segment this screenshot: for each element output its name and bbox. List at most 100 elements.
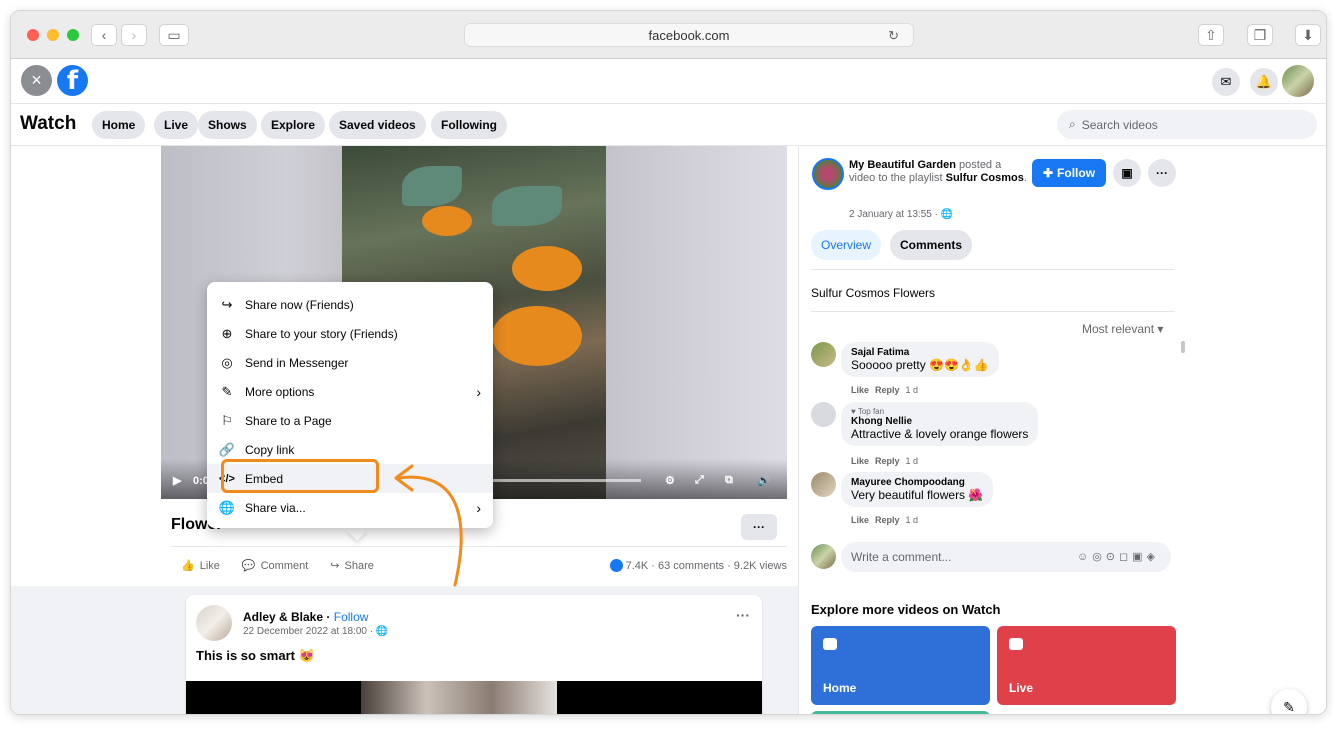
comment-tool-icons[interactable]: ☺◎⊙◻▣◈ xyxy=(1077,550,1159,563)
nav-shows[interactable]: Shows xyxy=(198,111,257,139)
close-watch-button[interactable]: × xyxy=(21,65,52,96)
post-date: 22 December 2022 at 18:00 · 🌐 xyxy=(243,626,388,637)
compose-icon: ✎ xyxy=(1283,698,1295,715)
share-now-item[interactable]: ↪ Share now (Friends) xyxy=(207,290,493,319)
copy-link-label: Copy link xyxy=(245,442,295,457)
share-button[interactable]: ↪ Share xyxy=(330,559,374,573)
explore-tile-live-label: Live xyxy=(1009,681,1034,695)
pip-icon[interactable]: ⧉ xyxy=(725,474,733,487)
comment-icon: 💬 xyxy=(241,560,256,572)
explore-tile-home[interactable]: Home xyxy=(811,626,990,705)
comment-like-link[interactable]: Like xyxy=(851,456,869,466)
save-button[interactable]: ▣ xyxy=(1113,159,1141,187)
tabs-overview-button[interactable]: ❐ xyxy=(1247,24,1273,46)
comment-button[interactable]: 💬 Comment xyxy=(241,559,308,573)
search-videos-input[interactable]: ⌕ Search videos xyxy=(1057,110,1317,139)
post-more-button[interactable]: ··· xyxy=(736,607,750,623)
maximize-window-button[interactable] xyxy=(67,29,79,41)
minimize-window-button[interactable] xyxy=(47,29,59,41)
forward-button[interactable]: › xyxy=(121,24,147,46)
comment-like-link[interactable]: Like xyxy=(851,515,869,525)
commenter-name[interactable]: Khong Nellie xyxy=(851,416,1028,427)
commenter-name[interactable]: Sajal Fatima xyxy=(851,347,989,358)
top-fan-badge: ♥ Top fan xyxy=(851,407,885,416)
post-follow-link[interactable]: Follow xyxy=(334,610,369,624)
like-reaction-icon xyxy=(609,559,623,572)
post-date-text: 22 December 2022 at 18:00 · xyxy=(243,626,376,637)
explore-tile-shows[interactable] xyxy=(811,711,990,714)
follow-button[interactable]: ✚ Follow xyxy=(1032,159,1106,187)
fullscreen-icon[interactable]: ⤢ xyxy=(695,474,704,487)
page-name[interactable]: My Beautiful Garden xyxy=(849,159,956,171)
comment-age: 1 d xyxy=(905,515,919,525)
more-options-item[interactable]: ✎ More options › xyxy=(207,377,493,406)
nav-following[interactable]: Following xyxy=(431,111,507,139)
share-via-label: Share via... xyxy=(245,500,306,515)
download-button[interactable]: ⬇ xyxy=(1295,24,1321,46)
bell-icon: 🔔 xyxy=(1255,74,1273,89)
tab-overview[interactable]: Overview xyxy=(811,230,882,260)
volume-icon[interactable]: 🔊 xyxy=(757,474,771,487)
nav-saved-videos[interactable]: Saved videos xyxy=(329,111,426,139)
comment-actions: Like Reply 1 d xyxy=(851,456,918,466)
comment-reply-link[interactable]: Reply xyxy=(875,456,900,466)
nav-live[interactable]: Live xyxy=(154,111,199,139)
like-button[interactable]: 👍 Like xyxy=(181,559,220,573)
facebook-logo-icon[interactable]: f xyxy=(57,65,88,96)
comment-bubble: ♥ Top fan Khong Nellie Attractive & love… xyxy=(841,402,1039,446)
send-in-messenger-item[interactable]: ◎ Send in Messenger xyxy=(207,348,493,377)
share-to-page-item[interactable]: ⚐ Share to a Page xyxy=(207,406,493,435)
tab-comments[interactable]: Comments xyxy=(890,230,973,260)
close-window-button[interactable] xyxy=(27,29,39,41)
video-flower xyxy=(512,246,582,291)
comment-reply-link[interactable]: Reply xyxy=(875,515,900,525)
facebook-header: × f ✉ 🔔 xyxy=(11,59,1326,104)
video-action-row: 👍 Like 💬 Comment ↪ Share 7.4K · 63 comme… xyxy=(171,546,787,584)
share-to-story-item[interactable]: ⊕ Share to your story (Friends) xyxy=(207,319,493,348)
reload-icon[interactable]: ↻ xyxy=(888,28,899,44)
video-stats-text: 7.4K · 63 comments · 9.2K views xyxy=(625,559,787,572)
account-avatar[interactable] xyxy=(1282,65,1314,97)
plus-circle-icon: ⊕ xyxy=(221,325,233,341)
explore-tile-live[interactable]: Live xyxy=(997,626,1176,705)
close-icon: × xyxy=(31,70,42,90)
share-page-button[interactable]: ⇧ xyxy=(1198,24,1224,46)
commenter-avatar[interactable] xyxy=(811,472,836,497)
url-bar[interactable]: facebook.com ↻ xyxy=(464,23,914,47)
write-comment-input[interactable]: Write a comment... ☺◎⊙◻▣◈ xyxy=(841,542,1171,572)
share-upload-icon: ⇧ xyxy=(1205,26,1217,43)
commenter-avatar[interactable] xyxy=(811,402,836,427)
settings-gear-icon[interactable]: ⚙ xyxy=(665,474,675,487)
sidebar-more-button[interactable]: ··· xyxy=(1148,159,1176,187)
watch-home-icon xyxy=(823,638,837,650)
page-avatar[interactable] xyxy=(812,158,844,190)
follow-label: Follow xyxy=(1057,166,1096,180)
comment-like-link[interactable]: Like xyxy=(851,385,869,395)
link-icon: 🔗 xyxy=(218,441,236,457)
post-author-avatar[interactable] xyxy=(196,605,232,641)
comment-reply-link[interactable]: Reply xyxy=(875,385,900,395)
post-author[interactable]: Adley & Blake · Follow xyxy=(243,610,368,624)
comments-scrollbar[interactable] xyxy=(1181,341,1185,353)
comment-bubble: Sajal Fatima Sooooo pretty 😍😍👌👍 xyxy=(841,342,999,377)
nav-explore[interactable]: Explore xyxy=(261,111,326,139)
play-icon[interactable]: ▶ xyxy=(173,474,181,487)
playlist-link[interactable]: Sulfur Cosmos xyxy=(946,172,1024,184)
globe-icon: 🌐 xyxy=(218,499,236,515)
notifications-button[interactable]: 🔔 xyxy=(1250,68,1278,96)
post-author-name[interactable]: Adley & Blake xyxy=(243,610,323,624)
nav-home[interactable]: Home xyxy=(92,111,146,139)
messenger-button[interactable]: ✉ xyxy=(1212,68,1240,96)
commenter-name[interactable]: Mayuree Chompoodang xyxy=(851,477,983,488)
sidebar-toggle-button[interactable]: ▭ xyxy=(159,24,189,46)
share-via-item[interactable]: 🌐 Share via... › xyxy=(207,493,493,522)
post-media[interactable] xyxy=(186,681,762,714)
video-stats[interactable]: 7.4K · 63 comments · 9.2K views xyxy=(609,559,787,572)
chevron-left-icon: ‹ xyxy=(101,27,107,43)
comment-sort-dropdown[interactable]: Most relevant ▾ xyxy=(1082,322,1163,336)
back-button[interactable]: ‹ xyxy=(91,24,117,46)
comment-text: Very beautiful flowers 🌺 xyxy=(851,488,984,502)
commenter-avatar[interactable] xyxy=(811,342,836,367)
video-more-button[interactable]: ··· xyxy=(741,514,777,540)
feed-post: Adley & Blake · Follow 22 December 2022 … xyxy=(186,595,762,714)
